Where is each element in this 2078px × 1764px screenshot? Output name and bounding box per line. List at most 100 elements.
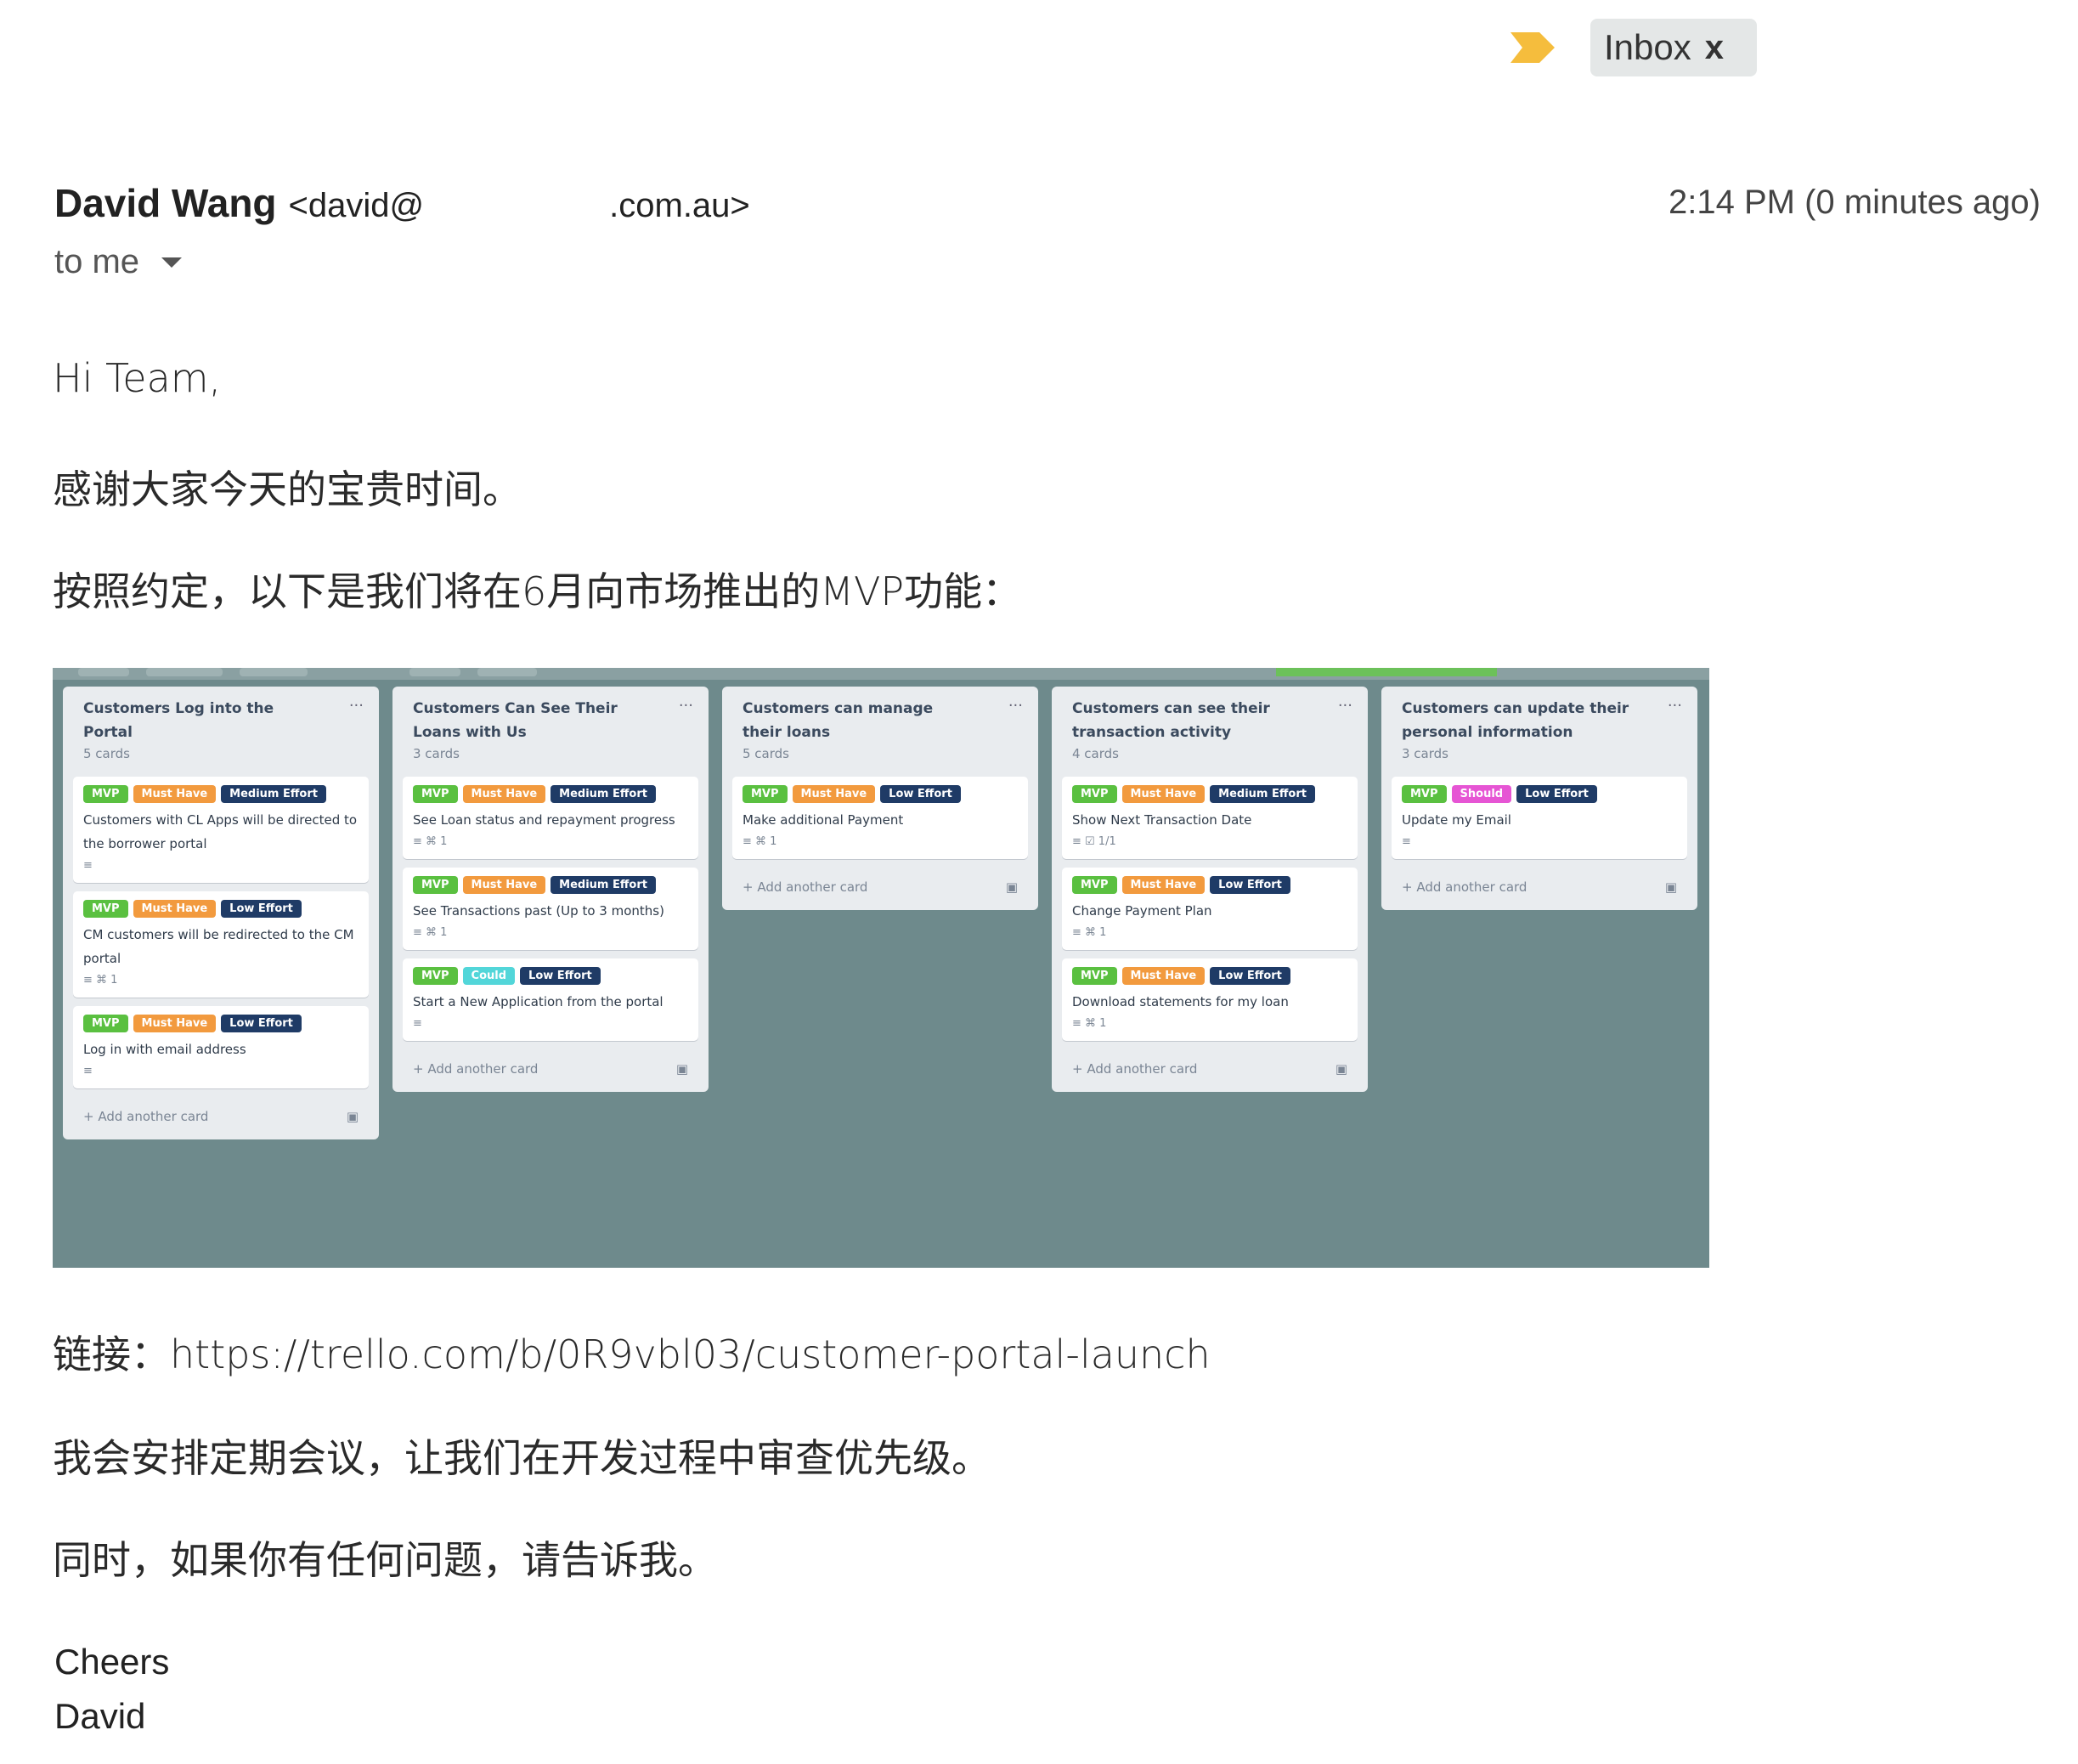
body-line-1: 感谢大家今天的宝贵时间。 [53, 466, 522, 512]
list-menu-icon[interactable]: ··· [1668, 697, 1682, 715]
card-badges: ≡ [83, 1065, 93, 1077]
card-label: Low Effort [1516, 785, 1597, 803]
sender-email-prefix: <david@ [288, 187, 425, 224]
card-label: Must Have [462, 876, 546, 894]
board-card[interactable]: MVP Must Have Medium Effort Customers with … [73, 777, 369, 883]
card-badges: ≡ ☑ 1/1 [1072, 835, 1116, 848]
board-list: Customers can manage their loans ··· 5 car… [722, 687, 1038, 910]
inbox-label: Inbox [1604, 27, 1691, 67]
link-paragraph: 链接：https://trello.com/b/0R9vbl03/custome… [53, 1324, 1211, 1380]
card-label: Must Have [133, 785, 217, 803]
inbox-label-chip[interactable]: Inbox x [1590, 19, 1757, 76]
card-title: Download statements for my loan [1072, 994, 1289, 1009]
body-line-2: 按照约定，以下是我们将在6月向市场推出的MVP功能： [53, 568, 1022, 614]
board-card[interactable]: MVP Must Have Low Effort CM customers will … [73, 891, 369, 998]
card-labels: MVP Could Low Effort [413, 967, 688, 985]
board-top-strip [53, 668, 1709, 680]
trello-link[interactable]: https://trello.com/b/0R9vbl03/customer-p… [170, 1331, 1211, 1377]
board-card[interactable]: MVP Could Low Effort Start a New Applicatio… [403, 958, 698, 1041]
card-title: Show Next Transaction Date [1072, 812, 1252, 828]
card-label: MVP [83, 900, 128, 918]
card-title: See Loan status and repayment progress [413, 812, 675, 828]
list-menu-icon[interactable]: ··· [679, 697, 693, 715]
card-badges: ≡ ⌘ 1 [1072, 926, 1107, 939]
list-title[interactable]: Customers Can See Their Loans with Us [403, 697, 658, 744]
card-labels: MVP Must Have Medium Effort [83, 785, 359, 803]
caret-down-icon[interactable] [161, 257, 183, 268]
card-label: Medium Effort [221, 785, 326, 803]
add-card-label: + Add another card [743, 879, 868, 895]
card-label: Must Have [133, 900, 217, 918]
signature: David [54, 1696, 146, 1736]
close-icon[interactable]: x [1705, 31, 1724, 65]
link-label: 链接： [53, 1331, 170, 1377]
board-card[interactable]: MVP Must Have Low Effort Change Payment Pla… [1062, 868, 1358, 950]
card-labels: MVP Must Have Low Effort [1072, 967, 1347, 985]
list-title[interactable]: Customers can manage their loans [732, 697, 987, 744]
board-list: Customers Can See Their Loans with Us ···… [392, 687, 709, 1092]
body-line-3: 我会安排定期会议，让我们在开发过程中审查优先级。 [53, 1435, 991, 1481]
sender-email-suffix: .com.au> [609, 187, 750, 224]
list-menu-icon[interactable]: ··· [349, 697, 364, 715]
card-template-icon[interactable]: ▣ [676, 1061, 688, 1077]
list-title[interactable]: Customers can update their personal info… [1392, 697, 1646, 744]
board-card[interactable]: MVP Must Have Medium Effort See Loan status… [403, 777, 698, 859]
list-title[interactable]: Customers Log into the Portal [73, 697, 328, 744]
card-label: Low Effort [1210, 876, 1290, 894]
add-card-button[interactable]: + Add another card ▣ [73, 1097, 369, 1129]
board-card[interactable]: MVP Must Have Low Effort Download statement… [1062, 958, 1358, 1041]
card-badges: ≡ [1402, 835, 1411, 848]
card-title: Start a New Application from the portal [413, 994, 663, 1009]
card-label: MVP [1072, 876, 1117, 894]
card-template-icon[interactable]: ▣ [1335, 1061, 1347, 1077]
card-label: Low Effort [1210, 967, 1290, 985]
list-card-count: 5 cards [743, 746, 789, 761]
card-label: Must Have [133, 1015, 217, 1032]
sender-row: David Wang <david@ .com.au> [54, 180, 750, 235]
card-title: CM customers will be redirected to the C… [83, 927, 354, 966]
add-card-button[interactable]: + Add another card ▣ [1062, 1049, 1358, 1082]
list-menu-icon[interactable]: ··· [1338, 697, 1352, 715]
add-card-button[interactable]: + Add another card ▣ [1392, 868, 1687, 900]
card-label: MVP [1402, 785, 1447, 803]
card-title: See Transactions past (Up to 3 months) [413, 903, 664, 919]
card-label: MVP [1072, 967, 1117, 985]
card-badges: ≡ ⌘ 1 [1072, 1017, 1107, 1030]
card-label: Must Have [1121, 785, 1206, 803]
card-label: Must Have [1121, 967, 1206, 985]
important-marker-icon[interactable] [1507, 29, 1558, 66]
add-card-button[interactable]: + Add another card ▣ [403, 1049, 698, 1082]
board-card[interactable]: MVP Should Low Effort Update my Email ≡ [1392, 777, 1687, 859]
board-card[interactable]: MVP Must Have Medium Effort Show Next Trans… [1062, 777, 1358, 859]
card-badges: ≡ [83, 859, 93, 872]
card-label: MVP [1072, 785, 1117, 803]
timestamp: 2:14 PM (0 minutes ago) [1669, 184, 2041, 221]
card-label: Low Effort [221, 1015, 302, 1032]
sender-name[interactable]: David Wang [54, 180, 277, 226]
list-menu-icon[interactable]: ··· [1008, 697, 1023, 715]
card-template-icon[interactable]: ▣ [1665, 879, 1677, 895]
add-card-button[interactable]: + Add another card ▣ [732, 868, 1028, 900]
board-list: Customers can update their personal info… [1381, 687, 1697, 910]
card-template-icon[interactable]: ▣ [1006, 879, 1018, 895]
card-badges: ≡ ⌘ 1 [413, 926, 448, 939]
list-card-count: 4 cards [1072, 746, 1119, 761]
card-title: Log in with email address [83, 1042, 246, 1057]
board-card[interactable]: MVP Must Have Low Effort Make additional Pa… [732, 777, 1028, 859]
list-card-count: 3 cards [1402, 746, 1448, 761]
card-label: Medium Effort [1210, 785, 1315, 803]
recipient-row[interactable]: to me [54, 243, 183, 281]
card-title: Make additional Payment [743, 812, 904, 828]
card-label: Could [462, 967, 516, 985]
board-list: Customers Log into the Portal ··· 5 cards M… [63, 687, 379, 1139]
board-card[interactable]: MVP Must Have Low Effort Log in with email … [73, 1006, 369, 1088]
list-title[interactable]: Customers can see their transaction acti… [1062, 697, 1317, 744]
list-card-count: 3 cards [413, 746, 460, 761]
card-template-icon[interactable]: ▣ [347, 1109, 359, 1124]
board-card[interactable]: MVP Must Have Medium Effort See Transaction… [403, 868, 698, 950]
card-label: Must Have [792, 785, 876, 803]
card-label: Must Have [462, 785, 546, 803]
card-labels: MVP Must Have Medium Effort [1072, 785, 1347, 803]
card-label: MVP [743, 785, 788, 803]
card-title: Customers with CL Apps will be directed … [83, 812, 358, 851]
